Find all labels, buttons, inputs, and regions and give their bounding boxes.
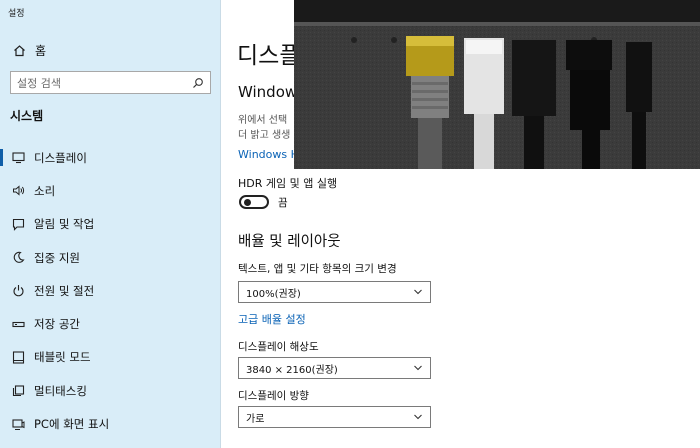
orientation-dropdown[interactable]: 가로 <box>238 406 431 428</box>
page-title: 디스플 <box>237 43 301 69</box>
sidebar-item-label: 멀티태스킹 <box>34 383 87 398</box>
power-icon <box>11 284 25 298</box>
sidebar-item-label: 태블릿 모드 <box>34 350 91 365</box>
sidebar-nav: 디스플레이 소리 알림 및 작업 집중 지원 전원 및 절전 저장 공간 태블릿… <box>0 141 221 441</box>
sidebar: 설정 홈 설정 검색 시스템 디스플레이 소리 알림 및 작업 집중 지원 전원… <box>0 0 221 448</box>
sidebar-item-focus-assist[interactable]: 집중 지원 <box>0 241 221 274</box>
chevron-down-icon <box>413 412 423 422</box>
toggle-knob <box>244 199 251 206</box>
monitor-icon <box>11 151 25 165</box>
resolution-dropdown[interactable]: 3840 × 2160(권장) <box>238 357 431 379</box>
sidebar-item-multitasking[interactable]: 멀티태스킹 <box>0 374 221 407</box>
sidebar-item-sound[interactable]: 소리 <box>0 174 221 207</box>
sidebar-item-label: 저장 공간 <box>34 317 80 332</box>
sidebar-item-power[interactable]: 전원 및 절전 <box>0 274 221 307</box>
hdr-label: HDR 게임 및 앱 실행 <box>238 177 338 190</box>
notification-icon <box>11 217 25 231</box>
chevron-down-icon <box>413 287 423 297</box>
multitasking-icon <box>11 384 25 398</box>
home-icon <box>12 43 26 57</box>
scale-layout-heading: 배율 및 레이아웃 <box>238 234 341 250</box>
cables-photo <box>294 0 700 169</box>
search-placeholder: 설정 검색 <box>17 76 61 90</box>
orientation-value: 가로 <box>246 413 265 425</box>
resolution-label: 디스플레이 해상도 <box>238 341 319 353</box>
chevron-down-icon <box>413 363 423 373</box>
active-marker <box>0 149 3 166</box>
home-label: 홈 <box>35 43 47 58</box>
hdr-toggle-state: 끔 <box>278 197 288 209</box>
sidebar-item-notifications[interactable]: 알림 및 작업 <box>0 208 221 241</box>
speaker-icon <box>11 184 25 198</box>
search-input[interactable]: 설정 검색 <box>10 71 211 94</box>
home-link[interactable]: 홈 <box>12 41 46 59</box>
app-title: 설정 <box>8 9 25 19</box>
tablet-icon <box>11 350 25 364</box>
advanced-scaling-link[interactable]: 고급 배율 설정 <box>238 311 306 327</box>
project-icon <box>11 417 25 431</box>
moon-icon <box>11 251 25 265</box>
sidebar-item-label: 소리 <box>34 183 56 198</box>
section-title: 시스템 <box>10 109 44 123</box>
scale-value: 100%(권장) <box>246 288 301 300</box>
sidebar-item-storage[interactable]: 저장 공간 <box>0 307 221 340</box>
description-line: 위에서 선택 <box>238 115 288 126</box>
hdr-toggle[interactable] <box>239 195 269 209</box>
resolution-value: 3840 × 2160(권장) <box>246 364 338 376</box>
scale-dropdown[interactable]: 100%(권장) <box>238 281 431 303</box>
search-icon[interactable] <box>192 77 204 89</box>
sidebar-item-label: 집중 지원 <box>34 250 80 265</box>
cables-photo-image <box>294 0 700 169</box>
storage-icon <box>11 317 25 331</box>
description-line: 더 밝고 생생 <box>238 130 291 141</box>
sidebar-item-label: 디스플레이 <box>34 150 87 165</box>
orientation-label: 디스플레이 방향 <box>238 390 309 402</box>
sidebar-item-label: 알림 및 작업 <box>34 217 95 232</box>
scale-label: 텍스트, 앱 및 기타 항목의 크기 변경 <box>238 263 397 275</box>
windows-hd-color-link[interactable]: Windows H <box>238 148 299 161</box>
sidebar-item-label: 전원 및 절전 <box>34 283 95 298</box>
sidebar-item-project[interactable]: PC에 화면 표시 <box>0 407 221 440</box>
sidebar-item-tablet-mode[interactable]: 태블릿 모드 <box>0 341 221 374</box>
sidebar-item-label: PC에 화면 표시 <box>34 417 110 432</box>
sidebar-item-display[interactable]: 디스플레이 <box>0 141 221 174</box>
hd-color-description: 위에서 선택 더 밝고 생생 <box>238 113 290 143</box>
